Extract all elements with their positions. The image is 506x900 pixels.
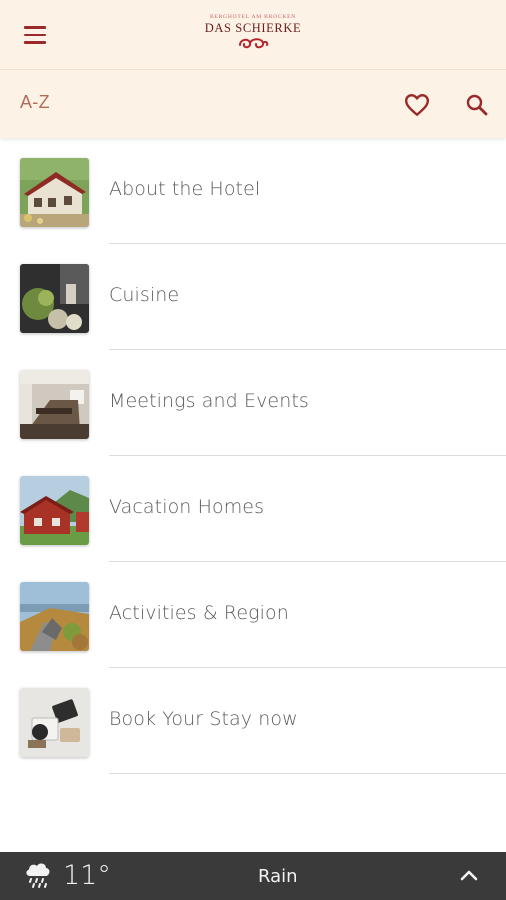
sort-az-button[interactable]: A-Z — [20, 92, 50, 113]
meetings-events-thumbnail — [20, 370, 89, 439]
about-hotel-label: About the Hotel — [109, 178, 261, 200]
filter-bar: A-Z — [0, 70, 506, 138]
menu-list: About the Hotel Cuisine Meetings and Eve… — [0, 138, 506, 774]
vacation-homes-thumbnail — [20, 476, 89, 545]
hotel-logo: Berghotel am Brocken DAS SCHIERKE — [193, 14, 313, 58]
logo-name: DAS SCHIERKE — [204, 21, 302, 35]
rain-cloud-icon — [26, 863, 50, 888]
about-hotel-thumbnail — [20, 158, 89, 227]
vacation-homes-label: Vacation Homes — [109, 496, 265, 518]
heart-icon[interactable] — [400, 88, 434, 122]
activities-region-thumbnail — [20, 582, 89, 651]
list-item-meetings-events[interactable]: Meetings and Events — [0, 350, 506, 456]
list-item-about-hotel[interactable]: About the Hotel — [0, 138, 506, 244]
cuisine-label: Cuisine — [109, 284, 180, 306]
menu-icon[interactable] — [18, 20, 52, 50]
weather-condition: Rain — [258, 866, 298, 887]
list-item-cuisine[interactable]: Cuisine — [0, 244, 506, 350]
logo-tagline: Berghotel am Brocken — [209, 14, 297, 20]
book-stay-label: Book Your Stay now — [109, 708, 298, 730]
list-item-activities-region[interactable]: Activities & Region — [0, 562, 506, 668]
list-item-book-stay[interactable]: Book Your Stay now — [0, 668, 506, 774]
divider — [109, 773, 506, 774]
book-stay-thumbnail — [20, 688, 89, 757]
activities-region-label: Activities & Region — [109, 602, 289, 624]
meetings-events-label: Meetings and Events — [109, 390, 309, 412]
chevron-up-icon[interactable] — [456, 864, 482, 888]
list-item-vacation-homes[interactable]: Vacation Homes — [0, 456, 506, 562]
cuisine-thumbnail — [20, 264, 89, 333]
weather-bar[interactable]: 11° Rain — [0, 852, 506, 900]
logo-emblem-icon — [239, 38, 269, 49]
app-header: Berghotel am Brocken DAS SCHIERKE — [0, 0, 506, 70]
search-icon[interactable] — [460, 88, 494, 122]
weather-temperature: 11° — [63, 860, 111, 891]
